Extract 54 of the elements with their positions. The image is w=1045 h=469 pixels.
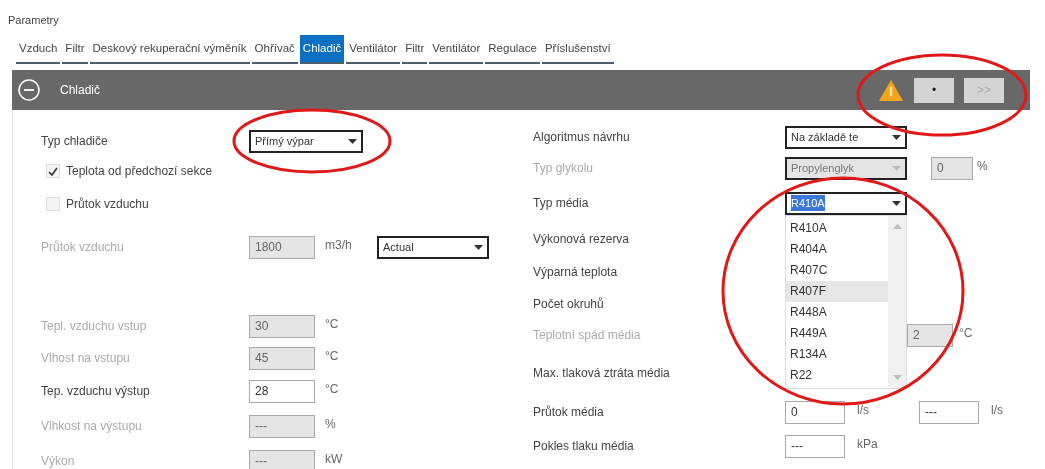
unit-label: °C [325, 316, 339, 333]
unit-label: kW [325, 451, 343, 468]
field-label: Výkon [41, 453, 76, 469]
input-field[interactable]: --- [785, 434, 845, 458]
unit-label: l/s [991, 402, 1003, 419]
unit-label: °C [325, 381, 339, 398]
field-label: Výkonová rezerva [533, 231, 631, 248]
scroll-up-icon[interactable] [892, 223, 902, 229]
collapse-icon[interactable] [18, 79, 40, 101]
scroll-down-icon[interactable] [892, 374, 902, 380]
field-label: Typ média [533, 195, 590, 212]
field-label: Pokles tlaku média [533, 438, 635, 455]
field-label: Výparná teplota [533, 264, 619, 281]
field-label: Tep. vzduchu výstup [41, 383, 151, 400]
caret-icon [474, 244, 483, 250]
checkmark-icon [48, 166, 58, 176]
dropdown[interactable]: Na základě te [785, 125, 907, 149]
unit-label: °C [325, 348, 339, 365]
input-field[interactable]: 0 [785, 400, 845, 424]
field-label: Typ glykolu [533, 160, 595, 177]
nav-button[interactable]: • [914, 77, 954, 103]
section-title: Chladič [60, 82, 101, 99]
field-label: Průtok média [533, 404, 605, 421]
caret-icon [892, 165, 901, 171]
caret-icon [892, 134, 901, 140]
field-label: Vlhkost na výstupu [41, 418, 143, 435]
unit-label: % [977, 158, 988, 175]
input-field[interactable]: --- [919, 400, 979, 424]
field-label: Algoritmus návrhu [533, 129, 631, 146]
unit-label: l/s [857, 402, 869, 419]
unit-label: % [325, 416, 336, 433]
caret-icon [348, 138, 357, 144]
dropdown[interactable]: R410A [785, 191, 907, 215]
unit-label: m3/h [325, 237, 352, 254]
panel-label: Parametry [8, 14, 59, 26]
field-label: Tepl. vzduchu vstup [41, 318, 148, 335]
dropdown[interactable]: Přímý výpar [249, 129, 363, 153]
field-label: Průtok vzduchu [41, 239, 125, 256]
field-label: Průtok vzduchu [66, 196, 149, 213]
input-field[interactable]: 28 [249, 379, 315, 403]
checkbox[interactable] [46, 164, 60, 178]
field-label: Typ chladiče [41, 133, 109, 150]
tab[interactable]: Chladič [299, 35, 345, 64]
field-label: Max. tlaková ztráta média [533, 365, 671, 382]
field-label: Teplota od předchozí sekce [66, 163, 213, 180]
scrollbar[interactable] [888, 215, 906, 388]
checkbox[interactable] [46, 197, 60, 211]
field-label: Počet okruhů [533, 296, 605, 313]
dropdown-option[interactable]: R407F [786, 280, 889, 302]
unit-label: kPa [857, 436, 878, 453]
caret-icon [892, 200, 901, 206]
unit-label: °C [959, 325, 973, 342]
field-label: Teplotní spád média [533, 327, 642, 344]
field-label: Vlhost na vstupu [41, 350, 131, 367]
